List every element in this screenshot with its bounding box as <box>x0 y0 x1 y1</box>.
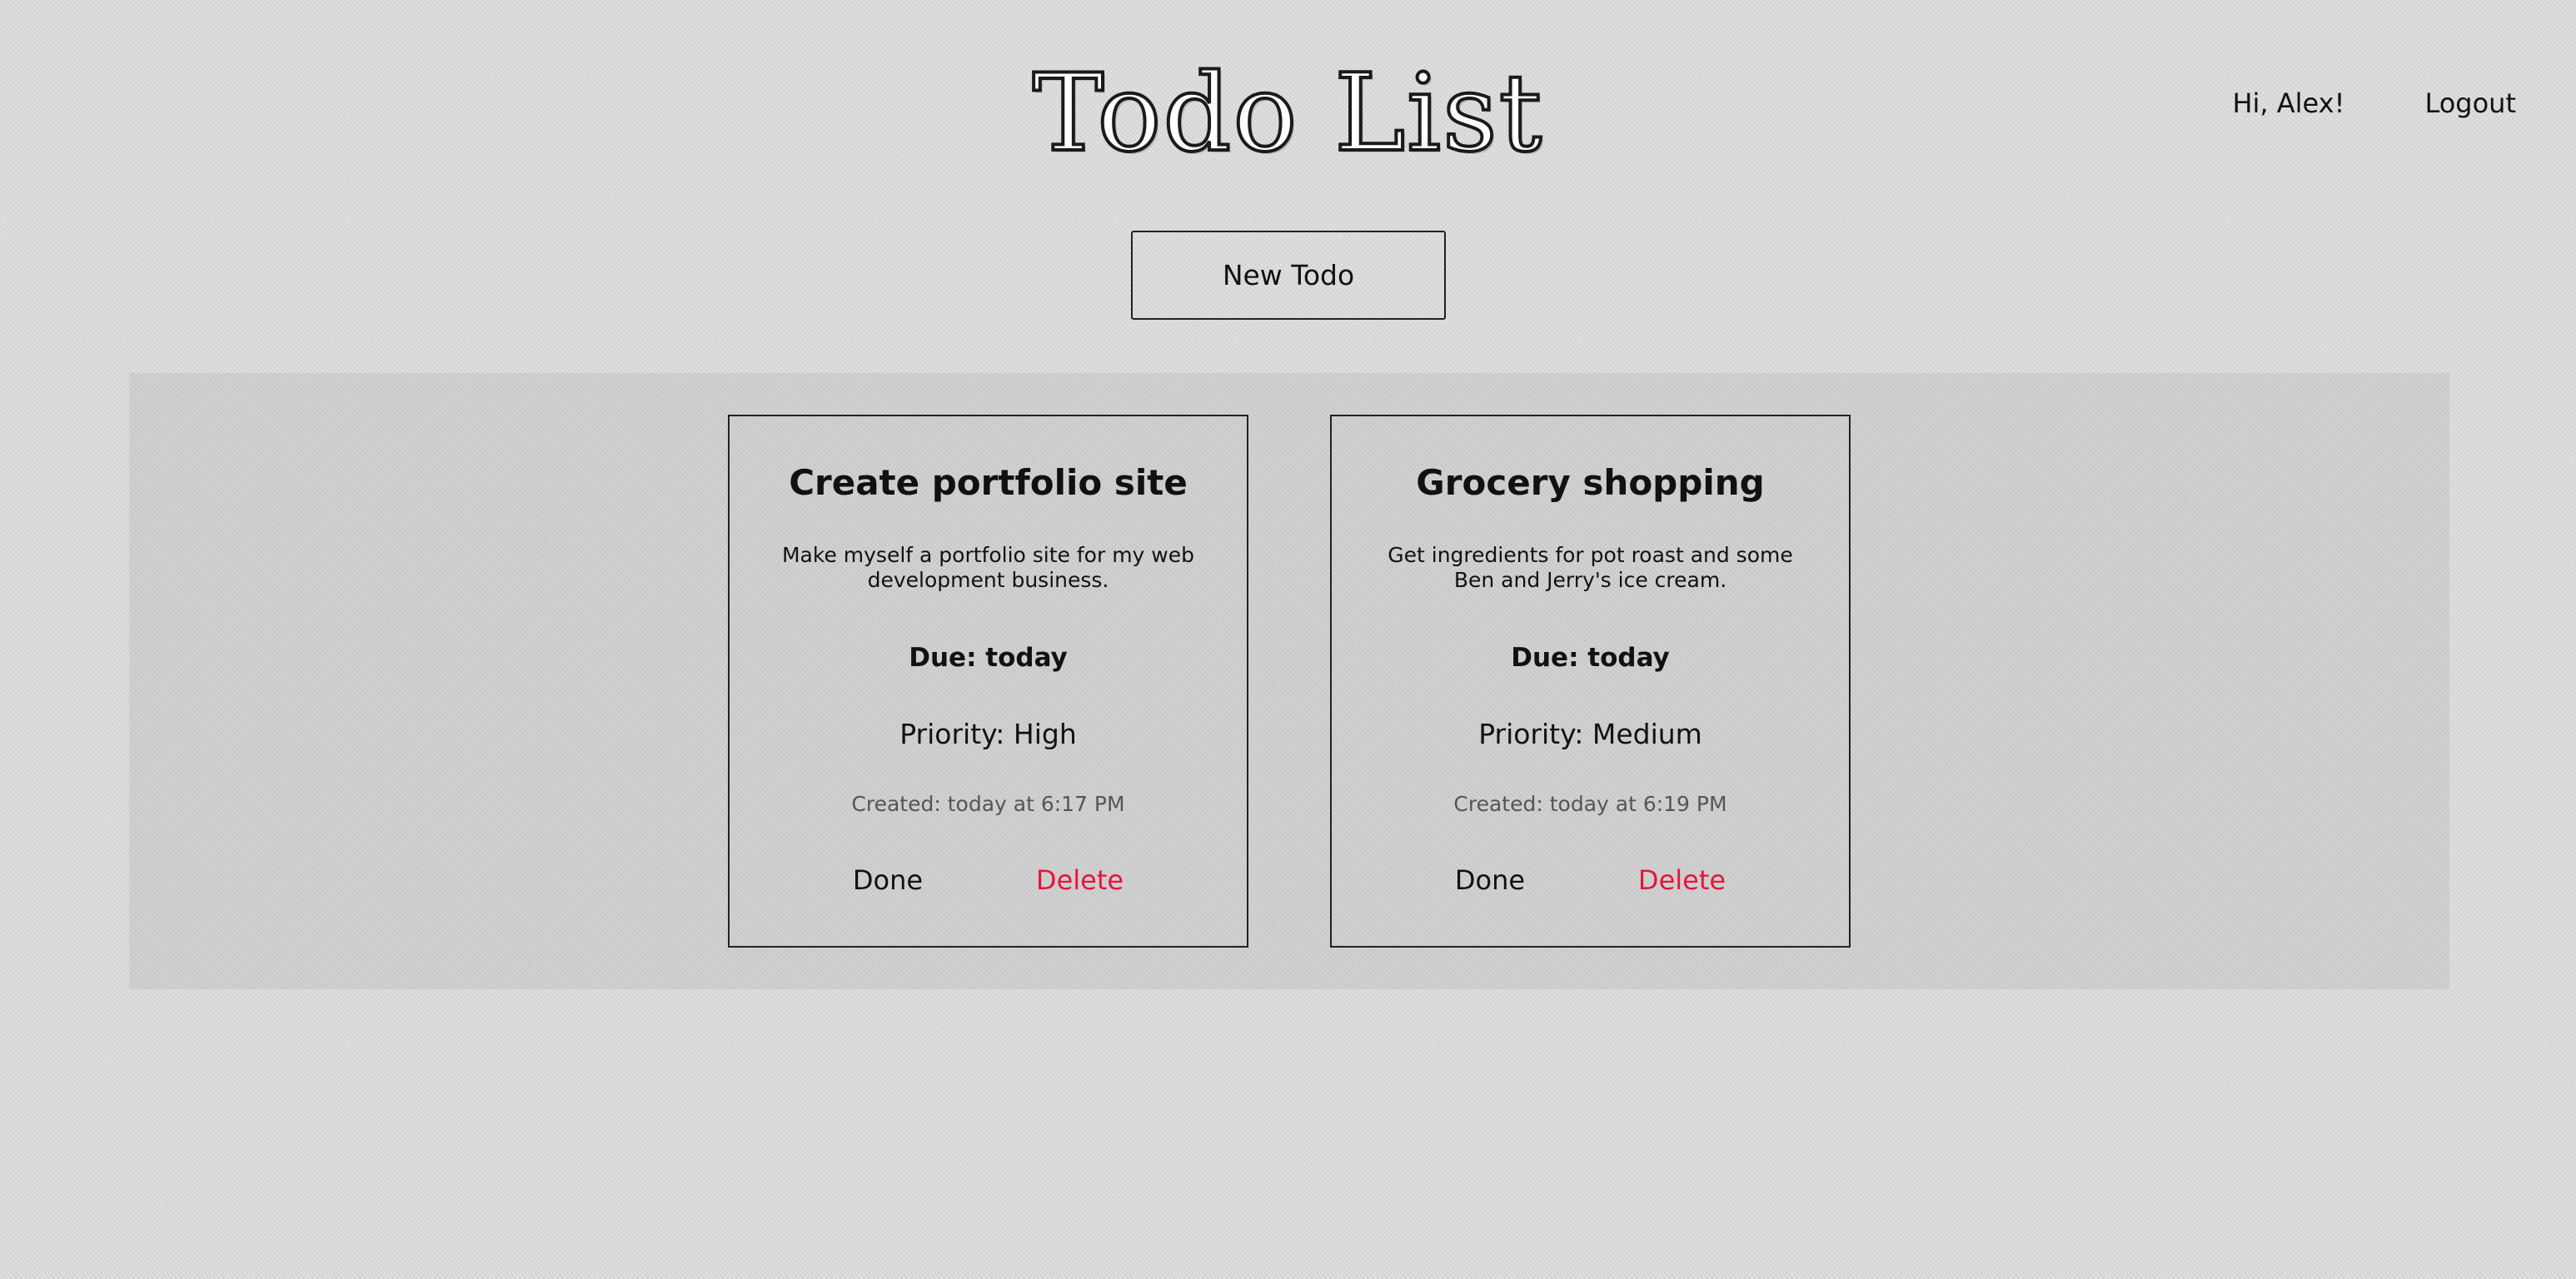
delete-button[interactable]: Delete <box>1638 862 1726 898</box>
todo-title: Create portfolio site <box>789 462 1188 503</box>
todo-actions: Done Delete <box>1332 862 1849 898</box>
done-button[interactable]: Done <box>1455 862 1525 898</box>
todo-card: Grocery shopping Get ingredients for pot… <box>1330 415 1851 948</box>
todo-description: Get ingredients for pot roast and some B… <box>1388 543 1793 592</box>
user-greeting: Hi, Alex! <box>2232 87 2345 119</box>
todo-due-date: Due: today <box>1511 643 1670 673</box>
todo-created-time: Created: today at 6:19 PM <box>1453 792 1727 816</box>
todo-card: Create portfolio site Make myself a port… <box>728 415 1248 948</box>
todo-priority: Priority: Medium <box>1478 718 1702 750</box>
done-button[interactable]: Done <box>853 862 923 898</box>
todo-board: Create portfolio site Make myself a port… <box>129 373 2449 989</box>
todo-actions: Done Delete <box>730 862 1247 898</box>
todo-created-time: Created: today at 6:17 PM <box>851 792 1125 816</box>
logout-link[interactable]: Logout <box>2424 83 2516 123</box>
todo-due-date: Due: today <box>909 643 1068 673</box>
todo-title: Grocery shopping <box>1416 462 1765 503</box>
page-title: Todo List <box>1031 50 1544 177</box>
delete-button[interactable]: Delete <box>1036 862 1124 898</box>
todo-priority: Priority: High <box>899 718 1077 750</box>
todo-description: Make myself a portfolio site for my web … <box>781 543 1194 592</box>
user-nav: Hi, Alex! Logout <box>2232 83 2516 123</box>
new-todo-button[interactable]: New Todo <box>1131 231 1446 320</box>
